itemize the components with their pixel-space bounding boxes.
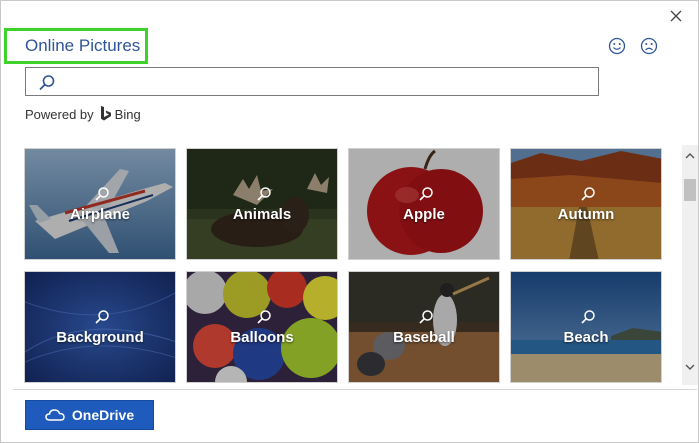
category-tile-autumn[interactable]: Autumn — [510, 148, 662, 260]
category-tile-baseball[interactable]: Baseball — [348, 271, 500, 383]
powered-by: Powered by Bing — [25, 105, 141, 123]
powered-by-label: Powered by — [25, 106, 94, 122]
scroll-down-button[interactable] — [682, 359, 698, 375]
chevron-down-icon — [685, 364, 695, 370]
search-icon — [257, 186, 271, 201]
category-tile-balloons[interactable]: Balloons — [186, 271, 338, 383]
title-highlight: Online Pictures — [4, 28, 148, 64]
vertical-scrollbar[interactable] — [682, 145, 698, 385]
scroll-up-button[interactable] — [682, 147, 698, 163]
category-label: Apple — [403, 205, 445, 223]
search-icon — [581, 309, 595, 324]
onedrive-label: OneDrive — [71, 407, 135, 423]
onedrive-button[interactable]: OneDrive — [25, 400, 154, 430]
category-grid: Airplane Animals Apple Autumn Background… — [23, 147, 665, 387]
scroll-thumb[interactable] — [684, 179, 696, 201]
search-icon — [581, 186, 595, 201]
search-icon — [39, 75, 55, 91]
frown-icon[interactable] — [640, 37, 658, 55]
search-box[interactable] — [25, 67, 599, 96]
category-label: Balloons — [230, 328, 294, 346]
search-icon — [419, 309, 433, 324]
category-tile-animals[interactable]: Animals — [186, 148, 338, 260]
search-icon — [95, 186, 109, 201]
search-input[interactable] — [62, 70, 596, 95]
footer-divider — [13, 389, 697, 390]
category-label: Beach — [563, 328, 609, 346]
search-icon — [419, 186, 433, 201]
category-tile-beach[interactable]: Beach — [510, 271, 662, 383]
category-label: Autumn — [557, 205, 615, 223]
search-icon — [257, 309, 271, 324]
bing-label: Bing — [114, 106, 141, 122]
search-icon — [95, 309, 109, 324]
close-button[interactable] — [665, 5, 687, 27]
category-label: Baseball — [393, 328, 455, 346]
close-icon — [670, 10, 682, 22]
dialog-title: Online Pictures — [25, 36, 141, 55]
category-label: Animals — [232, 205, 292, 223]
smile-icon[interactable] — [608, 37, 626, 55]
chevron-up-icon — [685, 152, 695, 158]
bing-logo-icon — [100, 106, 111, 121]
cloud-icon — [45, 409, 65, 421]
category-tile-background[interactable]: Background — [24, 271, 176, 383]
category-tile-apple[interactable]: Apple — [348, 148, 500, 260]
category-tile-airplane[interactable]: Airplane — [24, 148, 176, 260]
online-pictures-dialog: Online Pictures Powered by Bing Airplane… — [0, 0, 699, 443]
category-label: Background — [56, 328, 144, 346]
category-label: Airplane — [69, 205, 130, 223]
